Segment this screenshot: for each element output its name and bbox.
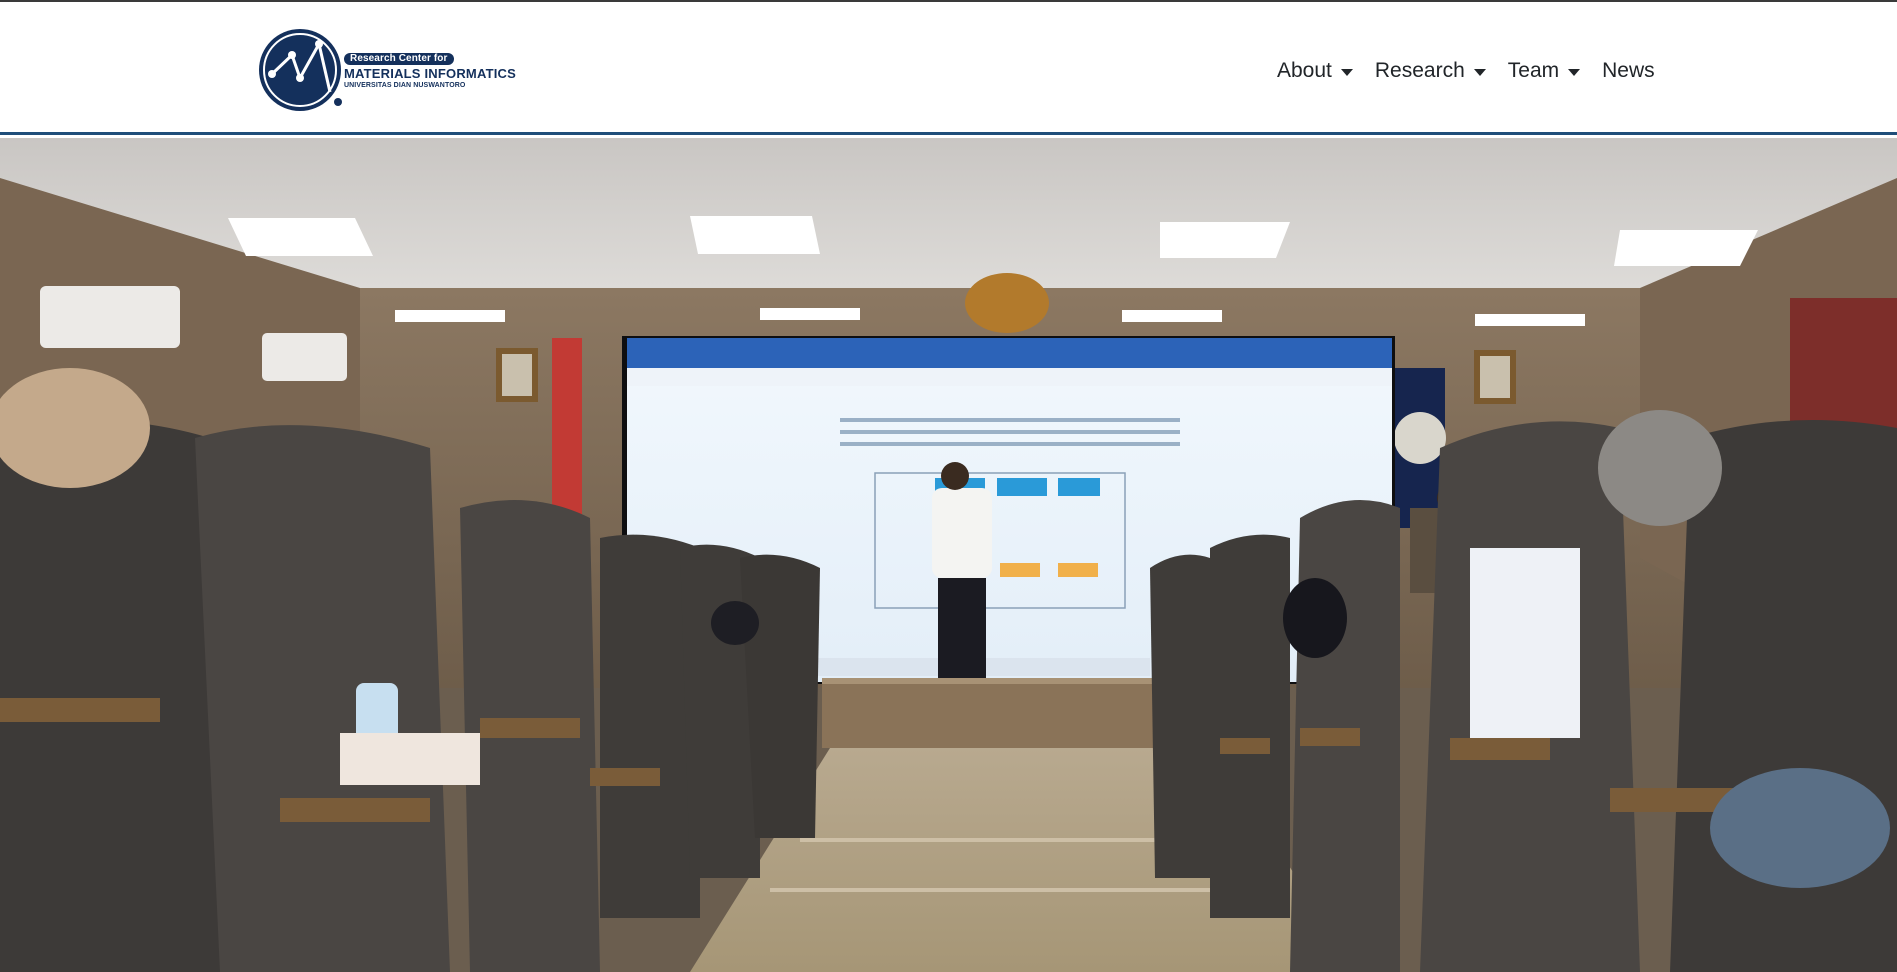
nav-about-label: About xyxy=(1277,59,1332,82)
nav-team-label: Team xyxy=(1507,59,1560,82)
nav-news[interactable]: News xyxy=(1602,58,1655,84)
main-nav: About Research Team News xyxy=(1277,58,1655,84)
nav-research[interactable]: Research xyxy=(1375,58,1486,84)
nav-team[interactable]: Team xyxy=(1507,58,1581,84)
network-chart-logo-icon xyxy=(259,29,342,111)
nav-about[interactable]: About xyxy=(1277,58,1353,84)
hero-image xyxy=(0,138,1897,972)
logo-line-1: Research Center for xyxy=(344,53,454,65)
caret-down-icon xyxy=(1473,68,1486,76)
caret-down-icon xyxy=(1340,68,1353,76)
auditorium-photo xyxy=(0,138,1897,972)
nav-news-label: News xyxy=(1602,59,1655,82)
site-logo[interactable]: Research Center for MATERIALS INFORMATIC… xyxy=(256,24,516,116)
caret-down-icon xyxy=(1568,68,1581,76)
site-header: Research Center for MATERIALS INFORMATIC… xyxy=(0,2,1897,135)
logo-line-2: MATERIALS INFORMATICS xyxy=(344,66,516,81)
logo-line-3: UNIVERSITAS DIAN NUSWANTORO xyxy=(344,82,466,89)
nav-research-label: Research xyxy=(1374,59,1465,82)
